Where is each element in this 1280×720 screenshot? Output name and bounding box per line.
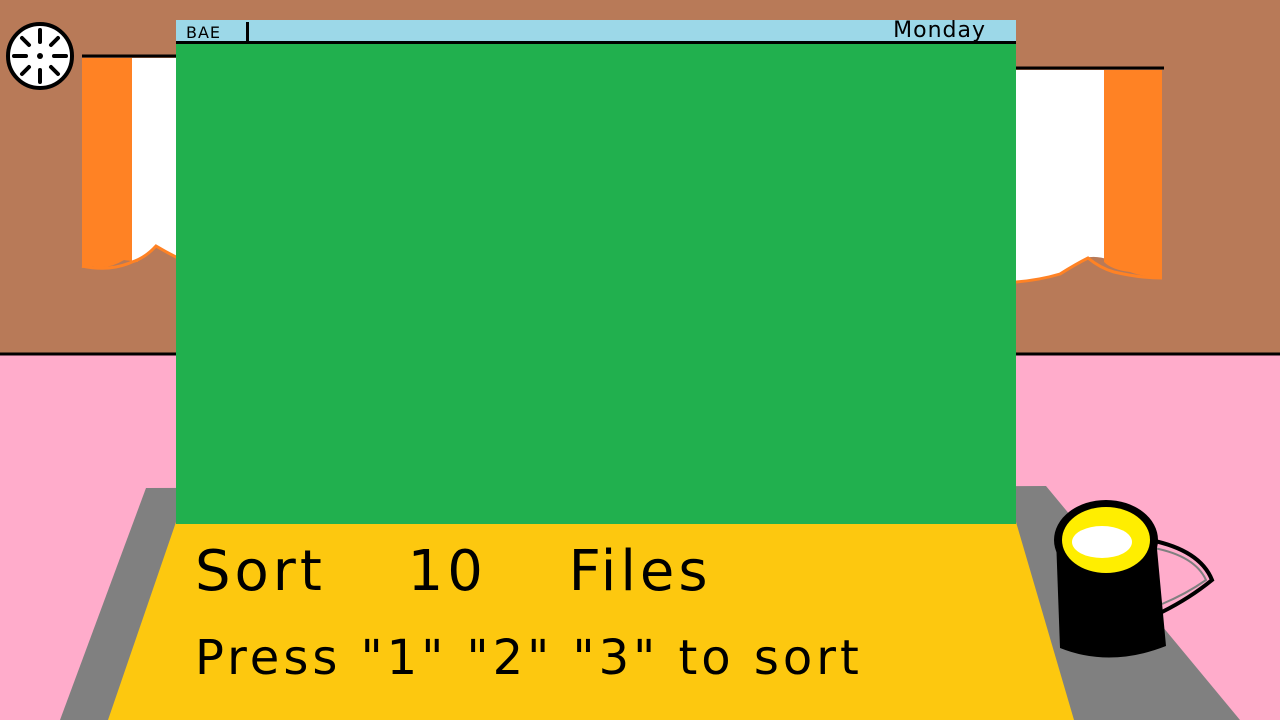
task-hint: Press "1" "2" "3" to sort xyxy=(195,630,863,686)
left-curtains xyxy=(81,54,179,270)
clock-icon xyxy=(6,22,74,90)
day-label: Monday xyxy=(893,18,986,43)
text-caret xyxy=(246,22,249,42)
app-name: BAE xyxy=(186,23,222,42)
right-curtains xyxy=(1015,66,1164,284)
coffee-mug-icon xyxy=(1054,500,1215,658)
monitor-screen[interactable] xyxy=(176,44,1016,524)
task-title: Sort 10 Files xyxy=(195,539,712,604)
task-instructions: Sort 10 Files Press "1" "2" "3" to sort xyxy=(195,540,1015,688)
window-titlebar: BAE Monday xyxy=(176,18,1016,44)
